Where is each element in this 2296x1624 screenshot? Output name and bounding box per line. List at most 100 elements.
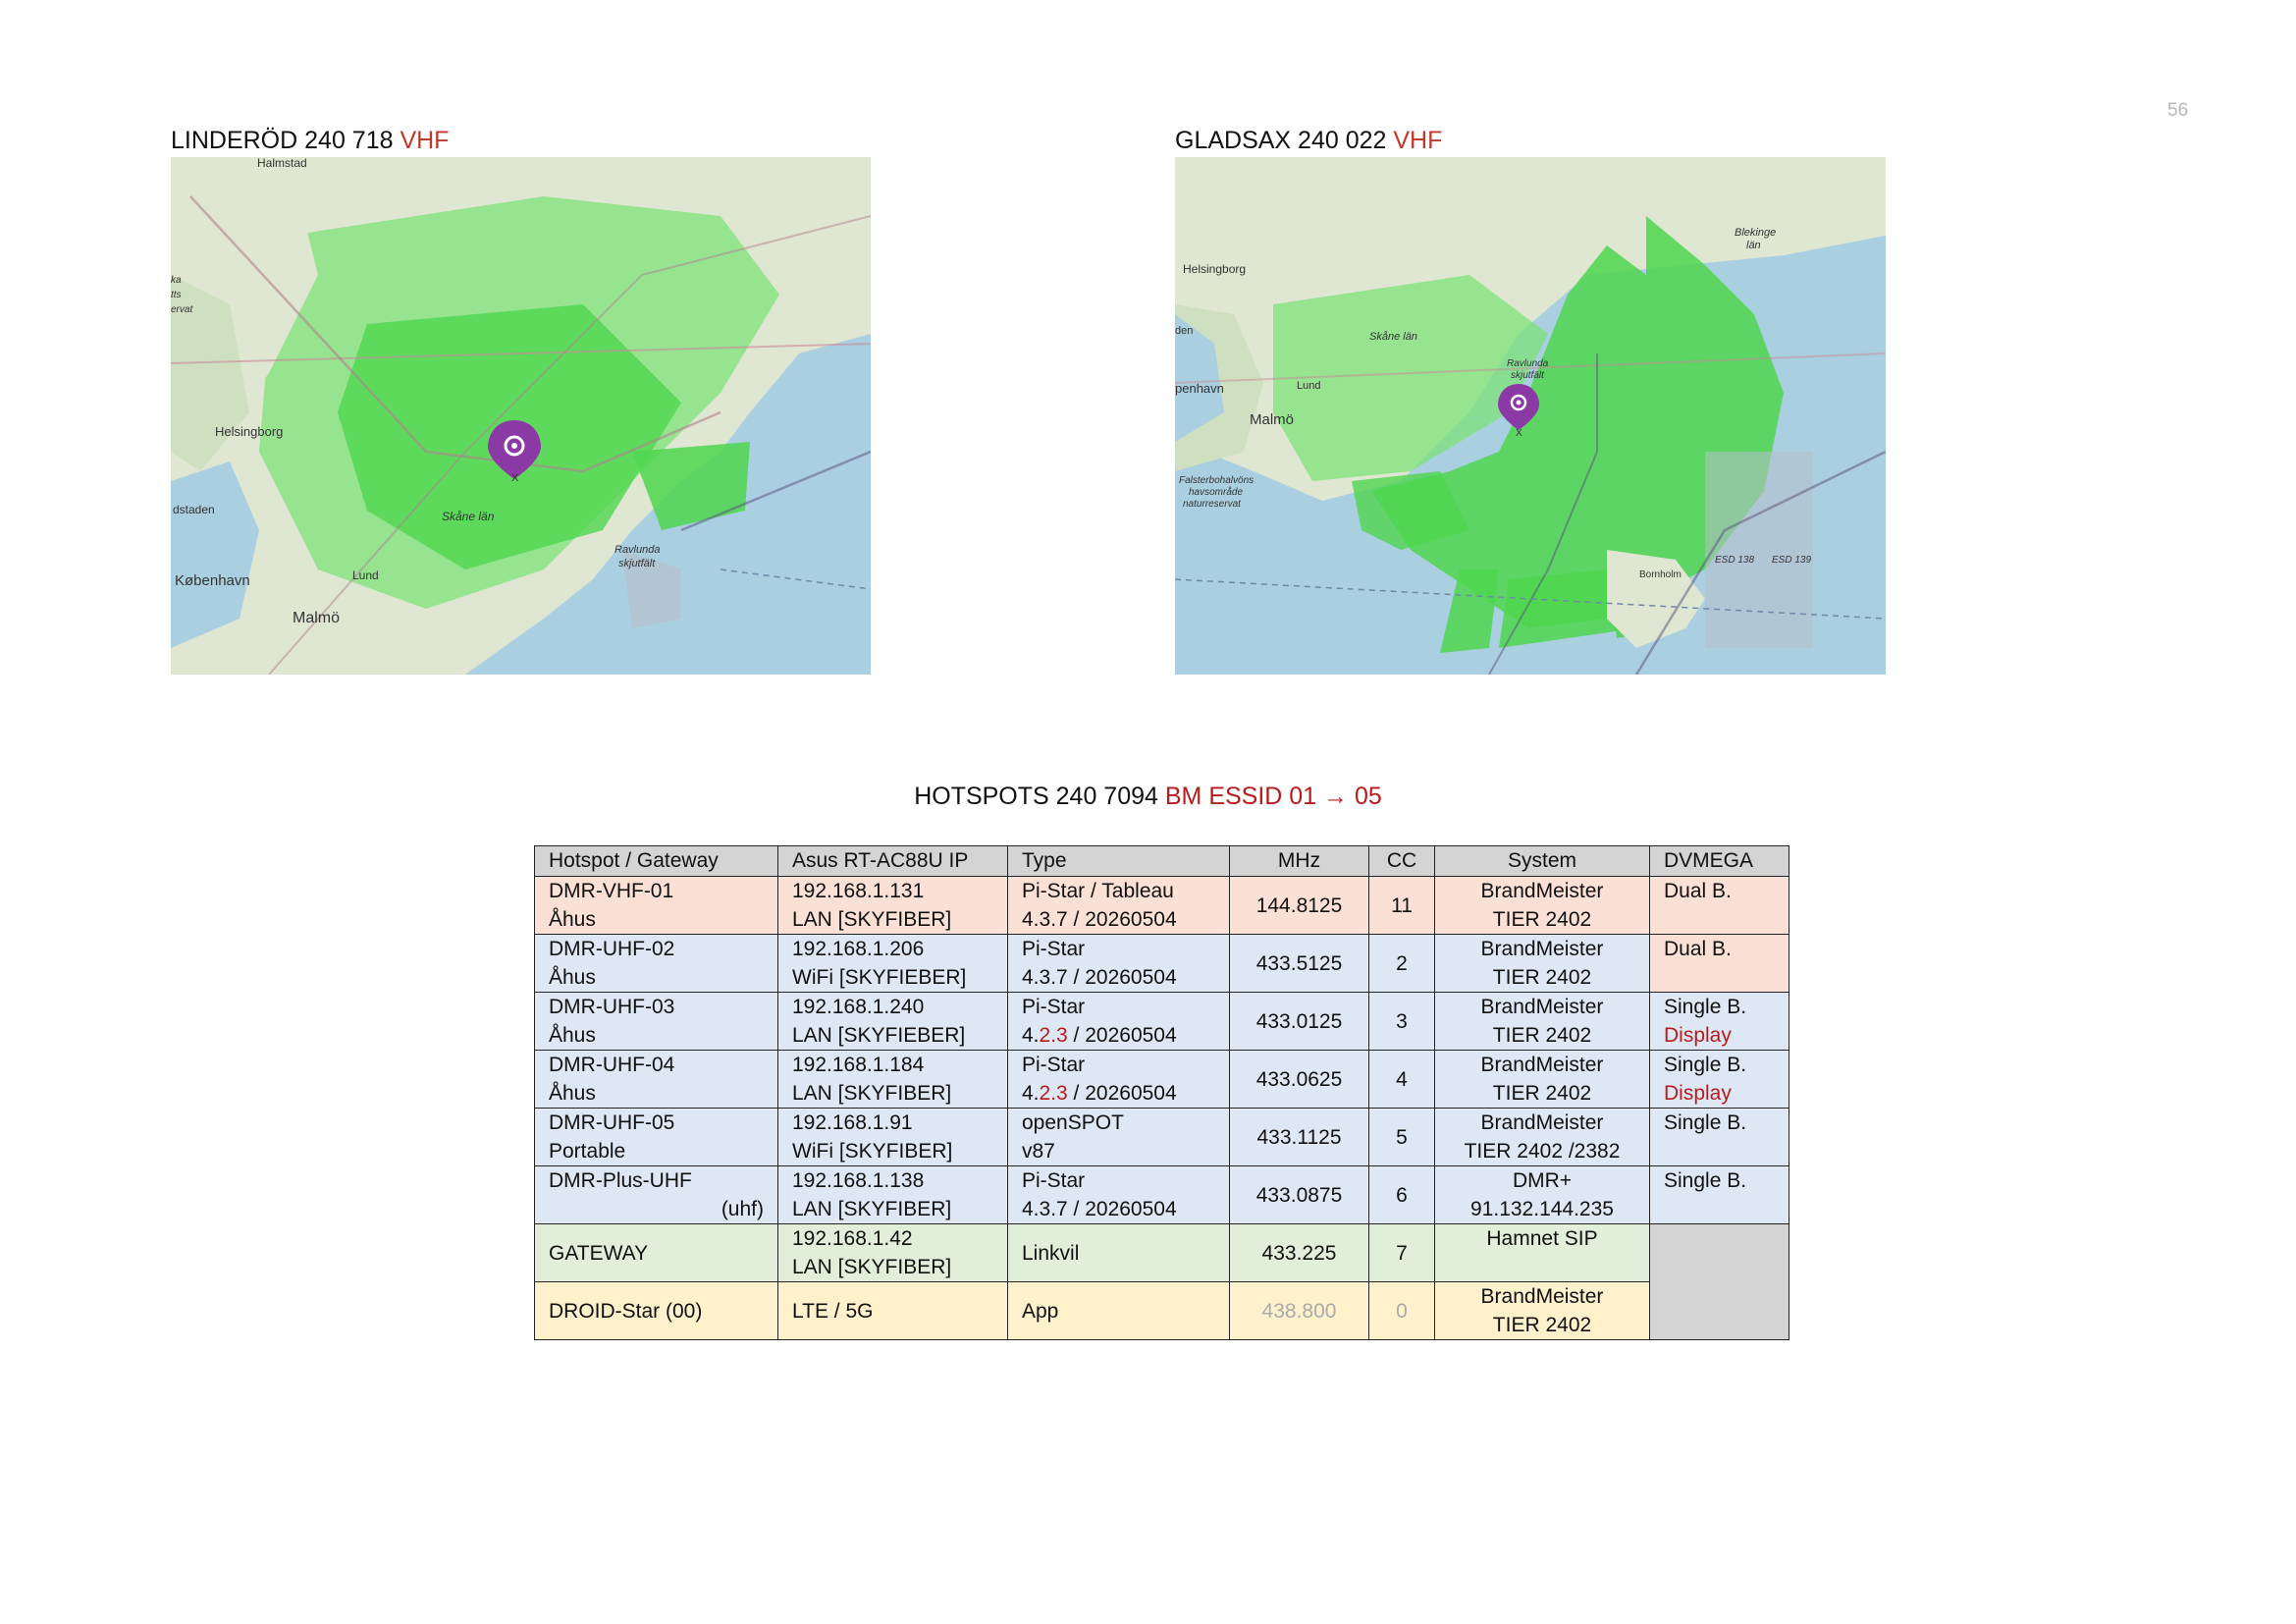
cell-mhz: 433.0125	[1229, 992, 1369, 1051]
map-title-gladsax: GLADSAX 240 022 VHF	[1175, 126, 1442, 155]
cell-hotspot: DMR-UHF-04 Åhus	[534, 1050, 778, 1109]
cell-type: App	[1007, 1281, 1230, 1340]
table-row: DMR-Plus-UHF (uhf) 192.168.1.138 LAN [SKYF…	[534, 1165, 1789, 1224]
svg-text:ervat: ervat	[171, 304, 193, 315]
svg-text:Skåne län: Skåne län	[1369, 331, 1417, 343]
cell-cc: 2	[1368, 934, 1435, 993]
cell-dvmega: Single B.	[1649, 1165, 1789, 1224]
svg-text:naturreservat: naturreservat	[1183, 499, 1242, 510]
svg-text:tts: tts	[171, 290, 182, 300]
map-title-band: VHF	[400, 127, 450, 154]
map-title-band: VHF	[1393, 127, 1443, 154]
svg-text:X: X	[511, 472, 519, 484]
cell-hotspot: DROID-Star (00)	[534, 1281, 778, 1340]
svg-text:Malmö: Malmö	[293, 610, 340, 626]
cell-mhz: 433.225	[1229, 1223, 1369, 1282]
cell-hotspot: DMR-UHF-03 Åhus	[534, 992, 778, 1051]
hotspots-title: HOTSPOTS 240 7094 BM ESSID 01 → 05	[0, 782, 2296, 811]
svg-text:skjutfält: skjutfält	[618, 558, 656, 569]
cell-hotspot: GATEWAY	[534, 1223, 778, 1282]
cell-dvmega-empty	[1649, 1223, 1789, 1340]
table-row: DMR-UHF-03 Åhus 192.168.1.240 LAN [SKYFIEB…	[534, 992, 1789, 1051]
cell-ip: 192.168.1.91 WiFi [SKYFIBER]	[777, 1108, 1008, 1166]
col-header-hotspot: Hotspot / Gateway	[534, 845, 778, 877]
coverage-map-gladsax: Helsingborg den penhavn Malmö Lund Skåne…	[1175, 157, 1886, 675]
hotspots-title-essid: BM ESSID 01 → 05	[1164, 783, 1382, 810]
table-header-row: Hotspot / Gateway Asus RT-AC88U IP Type …	[534, 845, 1789, 877]
cell-type: Pi-Star / Tableau 4.3.7 / 20260504	[1007, 876, 1230, 935]
cell-ip: LTE / 5G	[777, 1281, 1008, 1340]
cell-cc: 3	[1368, 992, 1435, 1051]
svg-text:dstaden: dstaden	[173, 503, 215, 516]
svg-text:Lund: Lund	[1297, 380, 1320, 392]
cell-hotspot: DMR-UHF-05 Portable	[534, 1108, 778, 1166]
cell-system: DMR+ 91.132.144.235	[1434, 1165, 1650, 1224]
cell-ip: 192.168.1.240 LAN [SKYFIEBER]	[777, 992, 1008, 1051]
cell-ip: 192.168.1.184 LAN [SKYFIBER]	[777, 1050, 1008, 1109]
cell-system: BrandMeister TIER 2402	[1434, 934, 1650, 993]
cell-system: BrandMeister TIER 2402	[1434, 992, 1650, 1051]
svg-text:Bornholm: Bornholm	[1639, 569, 1682, 580]
svg-text:ka: ka	[171, 275, 182, 286]
svg-text:skjutfält: skjutfält	[1511, 370, 1545, 381]
cell-ip: 192.168.1.206 WiFi [SKYFIEBER]	[777, 934, 1008, 993]
cell-ip: 192.168.1.138 LAN [SKYFIBER]	[777, 1165, 1008, 1224]
cell-hotspot: DMR-UHF-02 Åhus	[534, 934, 778, 993]
cell-dvmega: Single B. Display	[1649, 992, 1789, 1051]
cell-type: Pi-Star 4.3.7 / 20260504	[1007, 934, 1230, 993]
cell-cc: 4	[1368, 1050, 1435, 1109]
cell-system: BrandMeister TIER 2402	[1434, 1050, 1650, 1109]
table-row: DMR-UHF-05 Portable 192.168.1.91 WiFi [SKY…	[534, 1108, 1789, 1166]
svg-text:Halmstad: Halmstad	[257, 157, 307, 170]
svg-text:Lund: Lund	[352, 568, 379, 582]
cell-hotspot: DMR-VHF-01 Åhus	[534, 876, 778, 935]
map-title-text: GLADSAX 240 022	[1175, 127, 1394, 154]
cell-mhz: 433.1125	[1229, 1108, 1369, 1166]
cell-system: BrandMeister TIER 2402 /2382	[1434, 1108, 1650, 1166]
cell-dvmega: Single B.	[1649, 1108, 1789, 1166]
table-row: GATEWAY 192.168.1.42 LAN [SKYFIBER] Linkv…	[534, 1223, 1789, 1340]
map-title-linderod: LINDERÖD 240 718 VHF	[171, 126, 449, 155]
page-number: 56	[2167, 100, 2189, 121]
col-header-dvmega: DVMEGA	[1649, 845, 1789, 877]
svg-text:havsområde: havsområde	[1189, 486, 1243, 498]
cell-system: Hamnet SIP	[1434, 1223, 1650, 1282]
svg-text:penhavn: penhavn	[1175, 381, 1224, 396]
cell-cc: 6	[1368, 1165, 1435, 1224]
cell-cc: 5	[1368, 1108, 1435, 1166]
cell-ip: 192.168.1.42 LAN [SKYFIBER]	[777, 1223, 1008, 1282]
svg-text:ESD 139: ESD 139	[1772, 555, 1811, 566]
coverage-map-linderod: Halmstad Helsingborg dstaden København M…	[171, 157, 871, 675]
cell-dvmega: Dual B.	[1649, 934, 1789, 993]
cell-mhz: 433.0875	[1229, 1165, 1369, 1224]
svg-text:den: den	[1175, 325, 1193, 337]
svg-text:Helsingborg: Helsingborg	[215, 424, 283, 439]
cell-mhz: 438.800	[1229, 1281, 1369, 1340]
svg-text:Ravlunda: Ravlunda	[1507, 358, 1549, 369]
hotspots-title-text: HOTSPOTS 240 7094	[914, 783, 1165, 810]
svg-text:län: län	[1746, 240, 1761, 251]
table-row: DMR-UHF-04 Åhus 192.168.1.184 LAN [SKYFIBE…	[534, 1050, 1789, 1109]
cell-type: Linkvil	[1007, 1223, 1230, 1282]
cell-type: openSPOT v87	[1007, 1108, 1230, 1166]
cell-type: Pi-Star 4.3.7 / 20260504	[1007, 1165, 1230, 1224]
cell-dvmega: Single B. Display	[1649, 1050, 1789, 1109]
cell-dvmega: Dual B.	[1649, 876, 1789, 935]
cell-ip: 192.168.1.131 LAN [SKYFIBER]	[777, 876, 1008, 935]
cell-cc: 0	[1368, 1281, 1435, 1340]
col-header-type: Type	[1007, 845, 1230, 877]
col-header-ip: Asus RT-AC88U IP	[777, 845, 1008, 877]
svg-text:Blekinge: Blekinge	[1735, 227, 1776, 239]
svg-text:Helsingborg: Helsingborg	[1183, 262, 1246, 276]
svg-text:Ravlunda: Ravlunda	[614, 544, 660, 556]
hotspots-table: Hotspot / Gateway Asus RT-AC88U IP Type …	[534, 845, 1789, 1340]
col-header-mhz: MHz	[1229, 845, 1369, 877]
cell-type: Pi-Star 4.2.3 / 20260504	[1007, 1050, 1230, 1109]
cell-cc: 7	[1368, 1223, 1435, 1282]
cell-mhz: 433.5125	[1229, 934, 1369, 993]
table-row: DROID-Star (00) LTE / 5G App 438.800 0 B…	[534, 1281, 1789, 1340]
cell-type: Pi-Star 4.2.3 / 20260504	[1007, 992, 1230, 1051]
svg-text:ESD 138: ESD 138	[1715, 555, 1754, 566]
col-header-cc: CC	[1368, 845, 1435, 877]
cell-mhz: 144.8125	[1229, 876, 1369, 935]
